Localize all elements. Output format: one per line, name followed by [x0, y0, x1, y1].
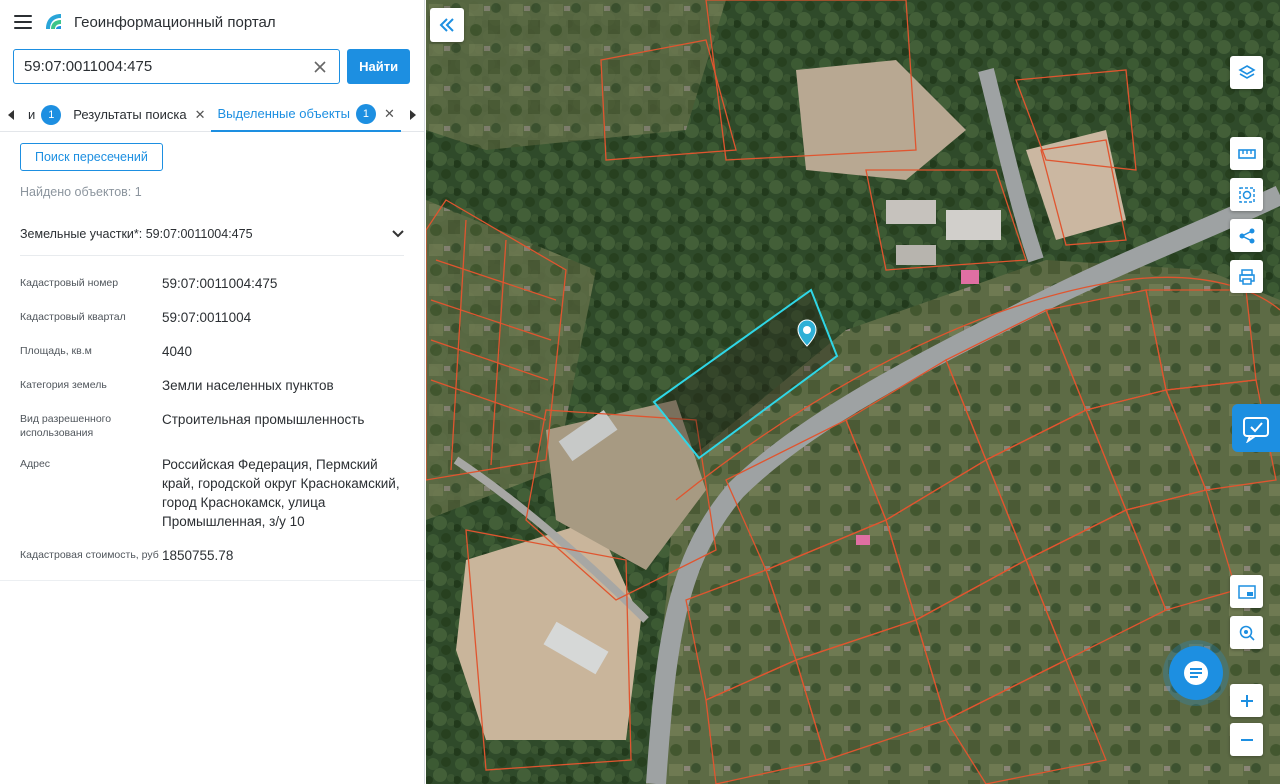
- menu-icon[interactable]: [14, 15, 32, 29]
- select-area-icon[interactable]: [1230, 178, 1263, 211]
- layers-icon[interactable]: [1230, 56, 1263, 89]
- property-label: Кадастровая стоимость, руб: [20, 549, 159, 561]
- side-panel: Геоинформационный портал Найти и 1 Резул…: [0, 0, 425, 784]
- ruler-icon[interactable]: [1230, 137, 1263, 170]
- property-row: Вид разрешенного использования Строитель…: [20, 410, 404, 440]
- property-label: Вид разрешенного использования: [20, 413, 112, 439]
- tab-selected-objects[interactable]: Выделенные объекты 1 ✕: [211, 98, 401, 132]
- property-label: Категория земель: [20, 379, 107, 391]
- property-label: Кадастровый квартал: [20, 311, 126, 323]
- property-row: Адрес Российская Федерация, Пермский кра…: [20, 455, 404, 531]
- property-row: Кадастровая стоимость, руб 1850755.78: [20, 546, 404, 565]
- tabs-right-arrow-icon[interactable]: [402, 98, 424, 132]
- tab-badge: 1: [355, 103, 376, 124]
- tab-badge: 1: [41, 104, 62, 125]
- properties-list: Кадастровый номер 59:07:0011004:475 Када…: [20, 274, 404, 565]
- parcel-section-header[interactable]: Земельные участки*: 59:07:0011004:475: [20, 227, 404, 256]
- minimap-icon[interactable]: [1230, 575, 1263, 608]
- close-icon[interactable]: ✕: [195, 107, 206, 123]
- tab-search-results[interactable]: Результаты поиска ✕: [67, 98, 211, 132]
- app-title: Геоинформационный портал: [74, 13, 276, 31]
- share-icon[interactable]: [1230, 219, 1263, 252]
- close-icon[interactable]: ✕: [384, 106, 395, 122]
- search-row: Найти: [0, 44, 424, 84]
- property-row: Кадастровый номер 59:07:0011004:475: [20, 274, 404, 293]
- top-bar: Геоинформационный портал: [0, 0, 424, 44]
- collapse-panel-icon[interactable]: [430, 8, 464, 42]
- search-box[interactable]: [13, 49, 341, 84]
- property-value: Земли населенных пунктов: [162, 378, 334, 393]
- intersection-search-button[interactable]: Поиск пересечений: [20, 143, 163, 171]
- tab-label: Результаты поиска: [73, 107, 187, 122]
- property-value: 1850755.78: [162, 548, 234, 563]
- tab-label: и: [28, 107, 36, 122]
- property-value: Строительная промышленность: [162, 412, 365, 427]
- chevron-down-icon[interactable]: [392, 230, 404, 238]
- zoom-out-icon[interactable]: [1230, 723, 1263, 756]
- satellite-map[interactable]: [426, 0, 1280, 784]
- property-value: Российская Федерация, Пермский край, гор…: [162, 457, 400, 529]
- clear-icon[interactable]: [311, 58, 329, 76]
- property-row: Категория земель Земли населенных пункто…: [20, 376, 404, 395]
- locate-icon[interactable]: [1230, 616, 1263, 649]
- portal-logo-icon: [46, 14, 61, 29]
- property-label: Площадь, кв.м: [20, 345, 92, 357]
- find-button[interactable]: Найти: [347, 49, 410, 84]
- feedback-widget-icon[interactable]: [1232, 404, 1280, 452]
- property-row: Кадастровый квартал 59:07:0011004: [20, 308, 404, 327]
- tabs-bar: и 1 Результаты поиска ✕ Выделенные объек…: [0, 98, 424, 132]
- divider: [0, 580, 424, 581]
- app: Геоинформационный портал Найти и 1 Резул…: [0, 0, 1280, 784]
- zoom-in-icon[interactable]: [1230, 684, 1263, 717]
- search-input[interactable]: [24, 58, 312, 75]
- section-title: Земельные участки*: 59:07:0011004:475: [20, 227, 253, 241]
- property-value: 59:07:0011004:475: [162, 276, 278, 291]
- tabs-left-arrow-icon[interactable]: [0, 98, 22, 132]
- property-value: 4040: [162, 344, 193, 359]
- chat-icon[interactable]: [1169, 646, 1223, 700]
- tab-label: Выделенные объекты: [217, 106, 350, 121]
- print-icon[interactable]: [1230, 260, 1263, 293]
- property-value: 59:07:0011004: [162, 310, 252, 325]
- map-view[interactable]: [426, 0, 1280, 784]
- property-row: Площадь, кв.м 4040: [20, 342, 404, 361]
- property-label: Кадастровый номер: [20, 277, 119, 289]
- found-count: Найдено объектов: 1: [20, 185, 142, 199]
- property-label: Адрес: [20, 458, 51, 470]
- tab-previous[interactable]: и 1: [22, 98, 67, 132]
